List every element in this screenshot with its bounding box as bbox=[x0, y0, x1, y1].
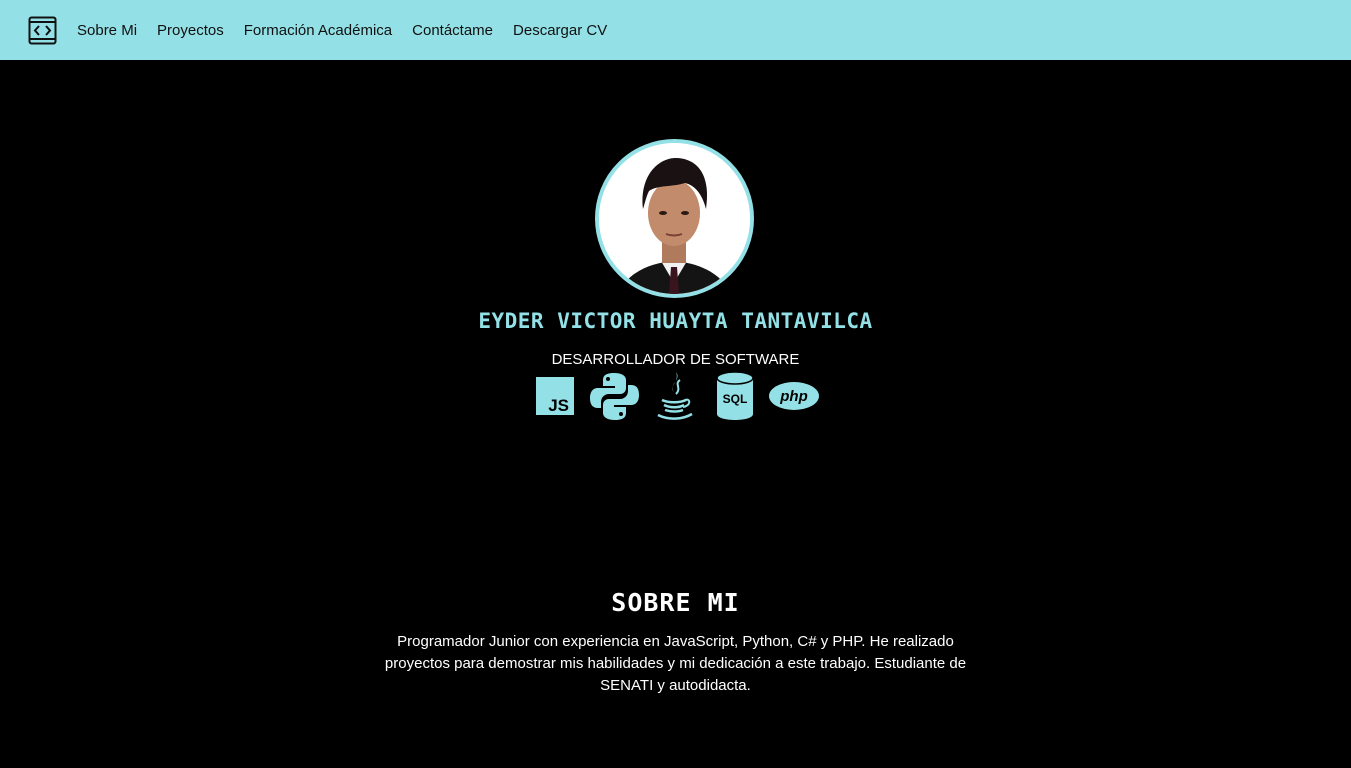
about-title: SOBRE MI bbox=[611, 588, 740, 617]
skills-icons: JS SQL php bbox=[534, 370, 824, 422]
avatar bbox=[595, 139, 754, 298]
nav-link-formacion[interactable]: Formación Académica bbox=[244, 22, 392, 39]
nav-link-sobre-mi[interactable]: Sobre Mi bbox=[77, 22, 137, 39]
profile-role: DESARROLLADOR DE SOFTWARE bbox=[551, 351, 800, 368]
php-icon: php bbox=[769, 382, 819, 410]
top-navbar: Sobre Mi Proyectos Formación Académica C… bbox=[0, 0, 1351, 60]
svg-text:php: php bbox=[779, 388, 808, 405]
sql-icon: SQL bbox=[716, 371, 754, 420]
nav-links: Sobre Mi Proyectos Formación Académica C… bbox=[77, 22, 627, 39]
java-icon bbox=[657, 372, 693, 420]
python-icon bbox=[590, 373, 639, 420]
svg-text:JS: JS bbox=[548, 396, 569, 415]
javascript-icon: JS bbox=[536, 377, 574, 415]
svg-text:SQL: SQL bbox=[723, 392, 748, 406]
profile-photo bbox=[599, 143, 750, 294]
about-text: Programador Junior con experiencia en Ja… bbox=[384, 633, 967, 694]
nav-link-descargar-cv[interactable]: Descargar CV bbox=[513, 22, 607, 39]
nav-link-contactame[interactable]: Contáctame bbox=[412, 22, 493, 39]
code-window-icon[interactable] bbox=[28, 16, 57, 45]
nav-link-proyectos[interactable]: Proyectos bbox=[157, 22, 224, 39]
profile-name: EYDER VICTOR HUAYTA TANTAVILCA bbox=[478, 309, 873, 333]
